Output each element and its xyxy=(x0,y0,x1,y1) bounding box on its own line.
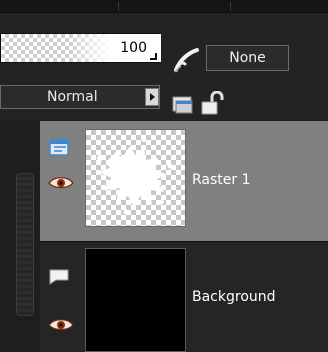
layer-group-icon[interactable] xyxy=(172,95,194,115)
eye-icon[interactable] xyxy=(48,176,74,190)
layer-scrollbar[interactable] xyxy=(16,173,34,316)
strip-divider xyxy=(230,2,231,11)
blend-mode-arrow-icon[interactable] xyxy=(145,88,159,106)
layer-name: Raster 1 xyxy=(192,172,251,188)
splatter-preview xyxy=(97,138,173,215)
background-layer-icon xyxy=(49,269,69,285)
layer-thumbnail xyxy=(85,129,186,227)
raster-layer-icon xyxy=(49,139,69,156)
link-mode-dropdown[interactable]: None xyxy=(206,45,289,71)
layers-palette: 100 None Normal Raster 1 Background xyxy=(0,0,328,352)
layer-row-raster-1[interactable]: Raster 1 xyxy=(40,121,328,241)
layer-row-background[interactable]: Background xyxy=(40,241,328,352)
top-strip xyxy=(0,0,328,13)
link-brush-icon[interactable] xyxy=(171,46,201,76)
lock-icon[interactable] xyxy=(200,91,226,117)
opacity-slider-field[interactable]: 100 xyxy=(0,33,161,63)
opacity-grip-icon[interactable] xyxy=(150,53,157,60)
opacity-gradient xyxy=(71,34,161,62)
opacity-value: 100 xyxy=(120,40,147,56)
layer-toolbar: 100 None Normal xyxy=(0,13,328,120)
layer-thumbnail xyxy=(85,248,186,352)
layer-name: Background xyxy=(192,289,276,305)
blend-mode-select[interactable]: Normal xyxy=(0,85,160,109)
blend-mode-label: Normal xyxy=(47,89,98,105)
eye-icon[interactable] xyxy=(48,318,74,332)
strip-divider xyxy=(118,2,119,11)
